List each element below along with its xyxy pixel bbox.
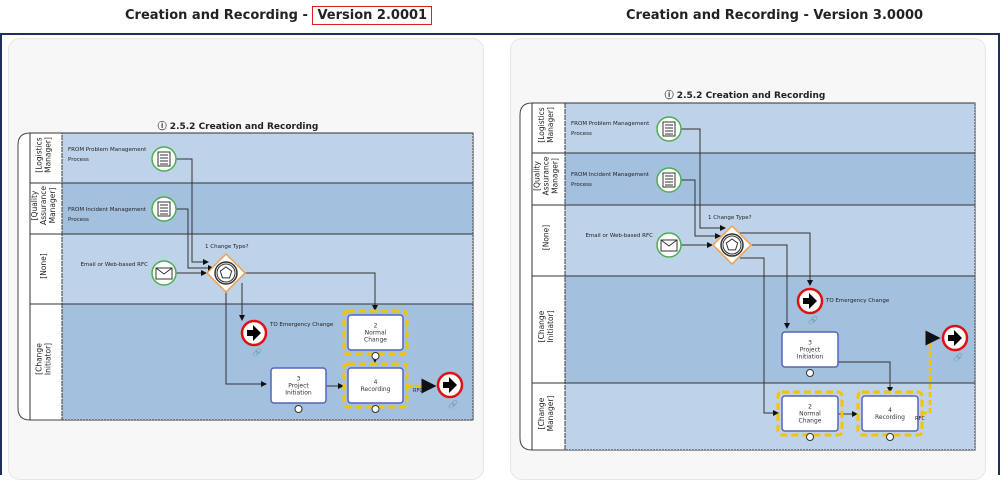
email-event-label: Email or Web-based RFC: [585, 233, 653, 239]
problem-event-label: Process: [68, 157, 89, 163]
incident-event-label: Process: [68, 217, 89, 223]
task-label: Change: [799, 418, 822, 425]
lane-label: Manager]: [48, 188, 57, 224]
problem-event-label: FROM Problem Management: [68, 147, 147, 153]
info-icon: [806, 433, 814, 441]
info-icon: [886, 433, 894, 441]
incident-event-label: FROM Incident Management: [571, 172, 650, 178]
lane-2: [565, 205, 975, 276]
problem-management-start-event[interactable]: [151, 146, 177, 172]
email-event-label: Email or Web-based RFC: [80, 262, 148, 268]
problem-management-start-event[interactable]: [656, 116, 682, 142]
gateway-label: 1 Change Type?: [708, 215, 752, 221]
task-label: 3: [297, 376, 301, 383]
emergency-change-end-event[interactable]: [796, 287, 824, 315]
incident-management-start-event[interactable]: [151, 196, 177, 222]
lane-label: [Change: [35, 343, 44, 375]
task-label: 4: [888, 407, 892, 414]
info-icon: [294, 405, 303, 413]
task-label: 4: [374, 379, 378, 386]
problem-event-label: FROM Problem Management: [571, 121, 650, 127]
lane-label: [Change: [537, 310, 546, 342]
task-label: 2: [808, 404, 812, 411]
rfc-label: RFC: [413, 388, 423, 394]
rfc-end-event[interactable]: [941, 324, 969, 352]
lane-label: [Quality: [30, 190, 39, 220]
lane-label: [Logistics: [537, 107, 546, 142]
lane-label: Initiator]: [546, 310, 555, 342]
bpmn-diagrams: ⓘ 2.5.2 Creation and Recording [Logistics…: [17, 89, 976, 451]
task-label: Recording: [875, 414, 905, 421]
lane-label: Initiator]: [44, 343, 53, 375]
lane-label: [Quality: [533, 161, 542, 191]
task-label: Recording: [360, 386, 390, 393]
emergency-end-label: TO Emergency Change: [269, 322, 334, 328]
info-icon: [806, 369, 814, 377]
diagram-title: ⓘ 2.5.2 Creation and Recording: [665, 89, 826, 101]
task-label: Normal: [799, 411, 821, 418]
link-icon: 🔗: [252, 347, 262, 357]
incident-event-label: Process: [571, 182, 592, 188]
lane-label: Manager]: [44, 137, 53, 173]
lane-label: Manager]: [551, 158, 560, 194]
problem-event-label: Process: [571, 131, 592, 137]
gateway-label: 1 Change Type?: [205, 244, 249, 250]
lane-label: Assurance: [542, 156, 551, 195]
lane-label: [Change: [537, 397, 546, 429]
lane-2: [62, 234, 473, 304]
task-label: Project: [800, 347, 821, 354]
task-label: Initiation: [797, 354, 824, 361]
link-icon: 🔗: [808, 315, 818, 325]
incident-management-start-event[interactable]: [656, 167, 682, 193]
lane-0: [565, 103, 975, 153]
diagram-title: ⓘ 2.5.2 Creation and Recording: [158, 120, 319, 132]
lane-label: Assurance: [39, 186, 48, 225]
incident-event-label: FROM Incident Management: [68, 207, 147, 213]
task-label: Project: [288, 383, 309, 390]
lane-label: Manager]: [546, 396, 555, 432]
lane-1: [565, 153, 975, 205]
email-rfc-start-event[interactable]: [656, 232, 682, 258]
task-label: Change: [364, 337, 387, 344]
link-icon: 🔗: [953, 352, 963, 362]
lane-3: [565, 276, 975, 383]
link-icon: 🔗: [448, 399, 458, 409]
email-rfc-start-event[interactable]: [151, 260, 177, 286]
task-label: Normal: [365, 330, 387, 337]
rfc-label: RFC: [915, 416, 925, 422]
task-label: Initiation: [285, 390, 312, 397]
lane-label: Manager]: [546, 107, 555, 143]
emergency-end-label: TO Emergency Change: [825, 298, 890, 304]
task-label: 2: [374, 323, 378, 330]
lane-3: [62, 304, 473, 420]
lane-label: [Logistics: [35, 137, 44, 172]
emergency-change-end-event[interactable]: [240, 319, 268, 347]
rfc-end-event[interactable]: [436, 371, 464, 399]
info-icon: [371, 405, 380, 413]
lane-0: [62, 133, 473, 183]
info-icon: [371, 352, 380, 360]
lane-label: [None]: [542, 225, 551, 250]
task-label: 3: [808, 340, 812, 347]
lane-label: [None]: [39, 253, 48, 278]
